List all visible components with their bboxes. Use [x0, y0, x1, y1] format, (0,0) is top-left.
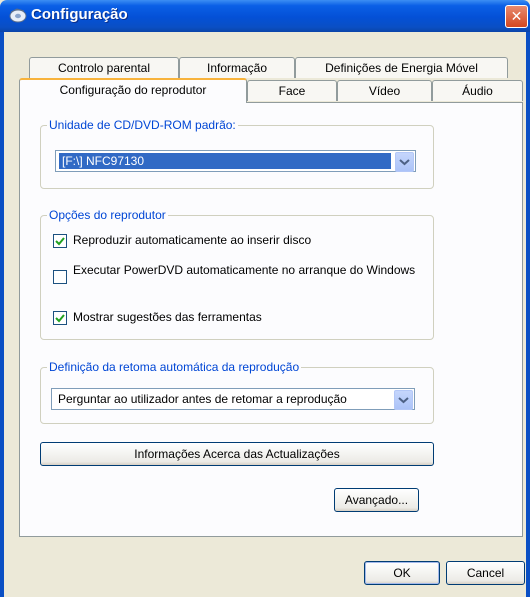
check-icon [55, 314, 65, 323]
drive-select-button[interactable] [395, 152, 414, 172]
updates-info-button[interactable]: Informações Acerca das Actualizações [40, 442, 434, 466]
tab-mobile-power[interactable]: Definições de Energia Móvel [295, 57, 508, 78]
tab-skin[interactable]: Face [247, 80, 337, 101]
window-title: Configuração [31, 6, 128, 23]
ok-button[interactable]: OK [364, 561, 440, 585]
chevron-down-icon [398, 397, 409, 404]
tab-information[interactable]: Informação [179, 57, 295, 78]
autostart-label[interactable]: Executar PowerDVD automaticamente no arr… [73, 263, 423, 278]
window-frame-right [526, 32, 530, 597]
tooltips-label[interactable]: Mostrar sugestões das ferramentas [73, 310, 262, 325]
player-options-group: Opções do reprodutor Reproduzir automati… [40, 208, 434, 340]
resume-select-value: Perguntar ao utilizador antes de retomar… [58, 392, 347, 406]
drive-group-label: Unidade de CD/DVD-ROM padrão: [47, 118, 238, 132]
resume-group-label: Definição da retoma automática da reprod… [47, 360, 302, 374]
close-icon: ✕ [510, 8, 523, 24]
tab-video[interactable]: Vídeo [337, 80, 432, 101]
tab-panel: Unidade de CD/DVD-ROM padrão: [F:\] NFC9… [19, 102, 523, 537]
tab-parental-control[interactable]: Controlo parental [29, 57, 179, 78]
drive-group: Unidade de CD/DVD-ROM padrão: [F:\] NFC9… [40, 118, 434, 189]
autoplay-checkbox[interactable] [53, 234, 67, 248]
tab-player-config[interactable]: Configuração do reprodutor [19, 78, 247, 103]
tab-audio[interactable]: Áudio [432, 80, 523, 101]
autoplay-label[interactable]: Reproduzir automaticamente ao inserir di… [73, 233, 311, 248]
player-options-label: Opções do reprodutor [47, 208, 168, 222]
tooltips-checkbox[interactable] [53, 311, 67, 325]
chevron-down-icon [399, 159, 410, 166]
resume-group: Definição da retoma automática da reprod… [40, 360, 434, 424]
app-icon [9, 8, 27, 24]
window-frame-left [0, 32, 4, 597]
check-icon [55, 237, 65, 246]
resume-select-button[interactable] [394, 390, 413, 410]
title-bar[interactable]: Configuração ✕ [0, 0, 530, 32]
autostart-checkbox[interactable] [53, 270, 67, 284]
drive-select[interactable]: [F:\] NFC97130 [55, 150, 416, 172]
cancel-button[interactable]: Cancel [446, 561, 525, 585]
resume-select[interactable]: Perguntar ao utilizador antes de retomar… [51, 388, 415, 410]
configuration-dialog: Configuração ✕ Controlo parental Informa… [0, 0, 530, 597]
close-button[interactable]: ✕ [505, 5, 528, 28]
advanced-button[interactable]: Avançado... [334, 488, 419, 512]
drive-select-value: [F:\] NFC97130 [59, 153, 391, 169]
